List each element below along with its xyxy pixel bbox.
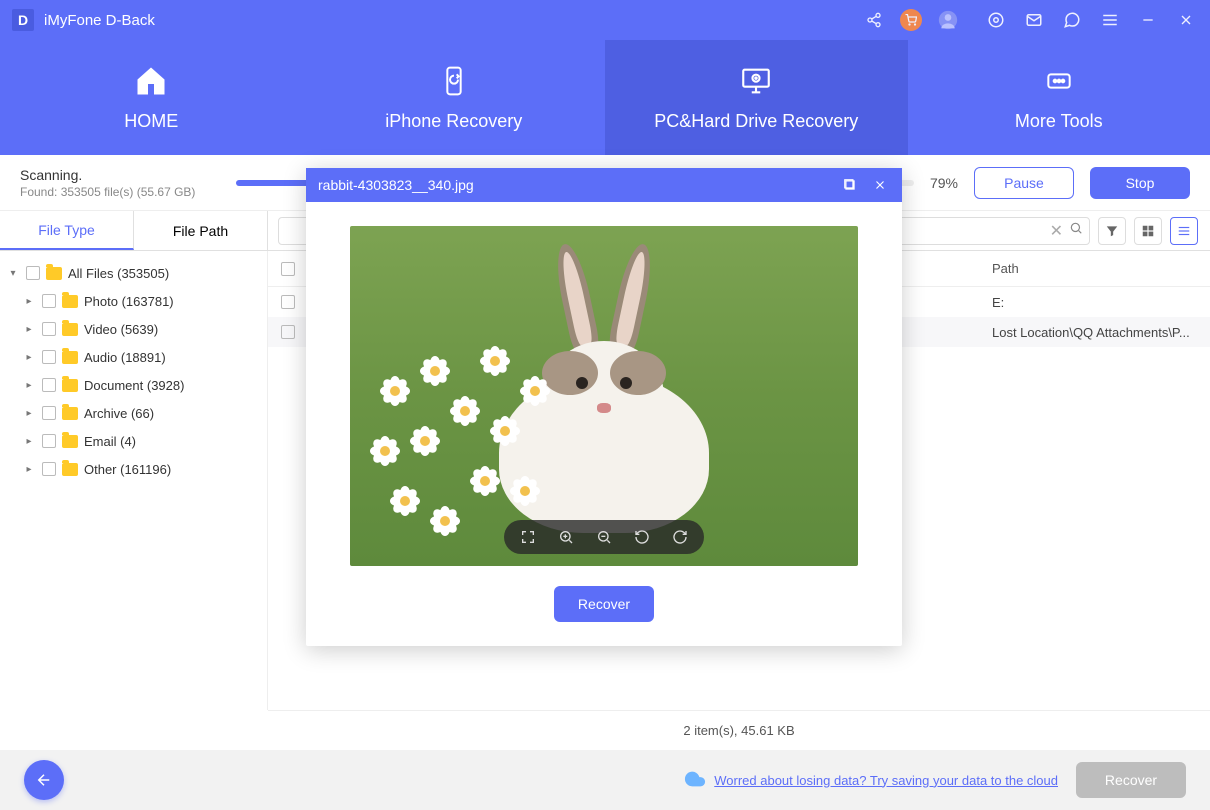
file-path-cell: Lost Location\QQ Attachments\P... [980, 325, 1210, 340]
checkbox[interactable] [26, 266, 40, 280]
clear-search-icon[interactable]: ✕ [1050, 221, 1063, 241]
zoom-out-icon[interactable] [594, 527, 614, 547]
folder-icon [62, 435, 78, 448]
tree-all-files[interactable]: ▾All Files (353505) [0, 259, 267, 287]
nav-iphone-recovery[interactable]: iPhone Recovery [303, 40, 606, 155]
preview-toolbar [504, 520, 704, 554]
more-icon [1043, 63, 1075, 99]
chevron-right-icon[interactable]: ▸ [22, 352, 36, 363]
checkbox[interactable] [42, 350, 56, 364]
category-sidebar: ▾All Files (353505) ▸Photo (163781) ▸Vid… [0, 251, 268, 710]
checkbox[interactable] [281, 325, 295, 339]
tree-photo[interactable]: ▸Photo (163781) [0, 287, 267, 315]
folder-icon [62, 323, 78, 336]
stop-button[interactable]: Stop [1090, 167, 1190, 199]
checkbox[interactable] [42, 378, 56, 392]
title-bar: D iMyFone D-Back [0, 0, 1210, 40]
checkbox[interactable] [281, 295, 295, 309]
footer: Worred about losing data? Try saving you… [0, 750, 1210, 810]
app-logo: D [12, 9, 34, 31]
tree-email[interactable]: ▸Email (4) [0, 427, 267, 455]
settings-icon[interactable] [984, 8, 1008, 32]
tree-archive[interactable]: ▸Archive (66) [0, 399, 267, 427]
nav-more-tools[interactable]: More Tools [908, 40, 1210, 155]
checkbox[interactable] [42, 434, 56, 448]
monitor-icon [739, 63, 773, 99]
minimize-icon[interactable] [1136, 8, 1160, 32]
file-path-cell: E: [980, 295, 1210, 310]
cloud-promo-link[interactable]: Worred about losing data? Try saving you… [684, 768, 1058, 793]
main-nav: HOME iPhone Recovery PC&Hard Drive Recov… [0, 40, 1210, 155]
checkbox[interactable] [42, 322, 56, 336]
chevron-right-icon[interactable]: ▸ [22, 324, 36, 335]
user-icon[interactable] [936, 8, 960, 32]
feedback-icon[interactable] [1022, 8, 1046, 32]
filter-button[interactable] [1098, 217, 1126, 245]
chevron-right-icon[interactable]: ▸ [22, 408, 36, 419]
scan-status-text: Scanning. [20, 167, 220, 183]
folder-icon [46, 267, 62, 280]
fullscreen-icon[interactable] [518, 527, 538, 547]
pause-button[interactable]: Pause [974, 167, 1074, 199]
close-icon[interactable] [1174, 8, 1198, 32]
list-view-button[interactable] [1170, 217, 1198, 245]
nav-home[interactable]: HOME [0, 40, 303, 155]
folder-icon [62, 407, 78, 420]
tree-other[interactable]: ▸Other (161196) [0, 455, 267, 483]
preview-image [350, 226, 858, 566]
share-icon[interactable] [862, 8, 886, 32]
checkbox[interactable] [42, 294, 56, 308]
image-preview-modal: rabbit-4303823__340.jpg Recover [306, 168, 902, 646]
preview-recover-button[interactable]: Recover [554, 586, 654, 622]
tab-file-path[interactable]: File Path [134, 211, 268, 250]
preview-header: rabbit-4303823__340.jpg [306, 168, 902, 202]
chevron-right-icon[interactable]: ▸ [22, 464, 36, 475]
folder-icon [62, 351, 78, 364]
folder-icon [62, 463, 78, 476]
recover-button[interactable]: Recover [1076, 762, 1186, 798]
tab-file-type[interactable]: File Type [0, 211, 134, 250]
cart-icon[interactable] [900, 9, 922, 31]
search-icon[interactable] [1069, 221, 1083, 240]
tree-audio[interactable]: ▸Audio (18891) [0, 343, 267, 371]
rotate-left-icon[interactable] [632, 527, 652, 547]
app-title: iMyFone D-Back [44, 12, 155, 29]
home-icon [133, 63, 169, 99]
menu-icon[interactable] [1098, 8, 1122, 32]
progress-percent: 79% [930, 175, 958, 191]
folder-icon [62, 295, 78, 308]
chevron-down-icon[interactable]: ▾ [6, 268, 20, 279]
column-header-path[interactable]: Path [980, 261, 1210, 276]
folder-icon [62, 379, 78, 392]
chevron-right-icon[interactable]: ▸ [22, 436, 36, 447]
cloud-icon [684, 768, 706, 793]
grid-view-button[interactable] [1134, 217, 1162, 245]
status-bar: 2 item(s), 45.61 KB [268, 710, 1210, 750]
scan-found-text: Found: 353505 file(s) (55.67 GB) [20, 185, 220, 199]
maximize-icon[interactable] [840, 175, 860, 195]
chevron-right-icon[interactable]: ▸ [22, 296, 36, 307]
nav-pc-recovery[interactable]: PC&Hard Drive Recovery [605, 40, 908, 155]
tree-document[interactable]: ▸Document (3928) [0, 371, 267, 399]
back-button[interactable] [24, 760, 64, 800]
checkbox[interactable] [42, 462, 56, 476]
zoom-in-icon[interactable] [556, 527, 576, 547]
checkbox[interactable] [42, 406, 56, 420]
select-all-checkbox[interactable] [281, 262, 295, 276]
phone-icon [438, 63, 470, 99]
rotate-right-icon[interactable] [670, 527, 690, 547]
help-icon[interactable] [1060, 8, 1084, 32]
close-preview-icon[interactable] [870, 175, 890, 195]
tree-video[interactable]: ▸Video (5639) [0, 315, 267, 343]
chevron-right-icon[interactable]: ▸ [22, 380, 36, 391]
preview-filename: rabbit-4303823__340.jpg [318, 177, 474, 193]
